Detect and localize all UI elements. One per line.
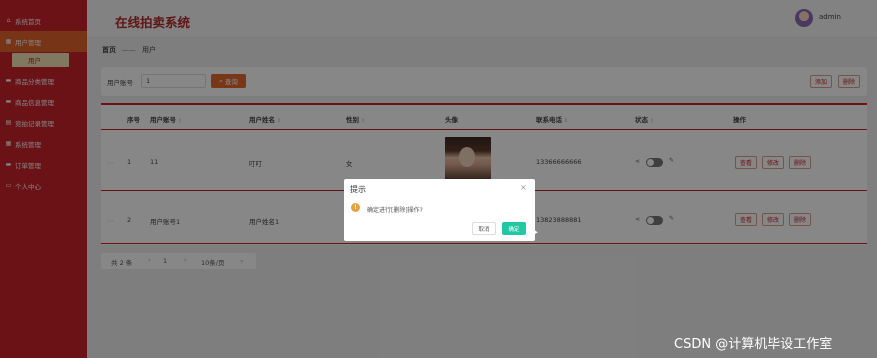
confirm-dialog: 提示 × ! 确定进行[删除]操作? 取消 确定 — [344, 179, 535, 241]
confirm-button[interactable]: 确定 — [502, 222, 526, 235]
warning-icon: ! — [351, 203, 360, 212]
cancel-button[interactable]: 取消 — [472, 222, 496, 235]
dialog-message: 确定进行[删除]操作? — [367, 207, 423, 214]
dialog-title: 提示 — [350, 185, 366, 194]
watermark: CSDN @计算机毕设工作室 — [674, 337, 833, 352]
close-icon[interactable]: × — [520, 183, 527, 192]
